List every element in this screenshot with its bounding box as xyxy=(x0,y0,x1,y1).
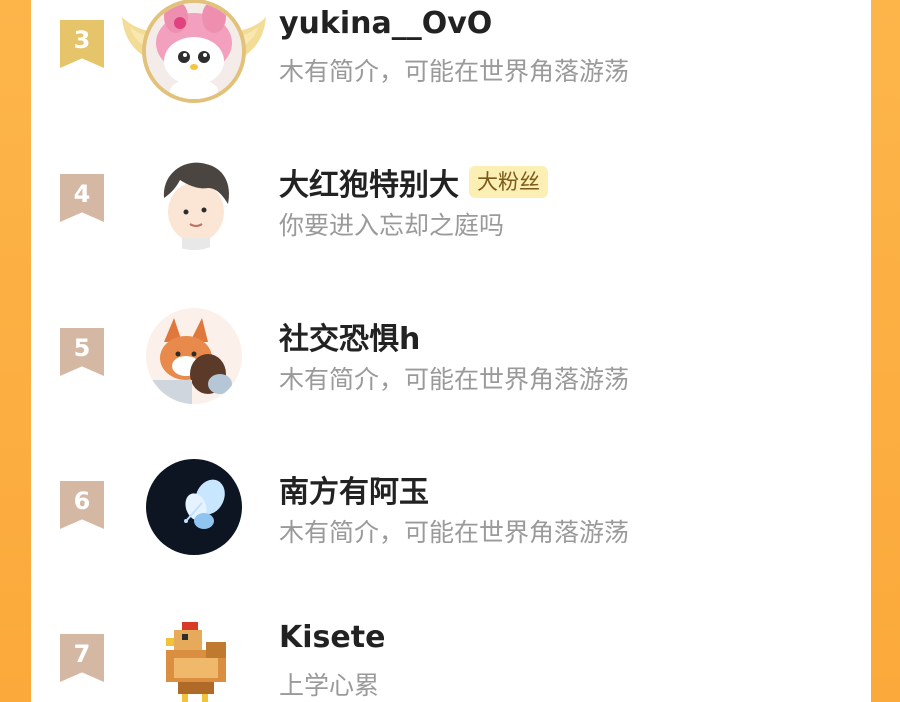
user-bio: 木有简介，可能在世界角落游荡 xyxy=(279,518,630,547)
rank-badge: 7 xyxy=(60,634,104,682)
rank-badge: 4 xyxy=(60,174,104,222)
list-item[interactable]: 7 Kisete 上学心累 xyxy=(31,600,871,702)
list-item[interactable]: 5 社交恐惧h 木有简介，可能在世界角落游荡 xyxy=(31,294,871,414)
user-name-text[interactable]: 社交恐惧h xyxy=(279,314,420,358)
butterfly-avatar-icon xyxy=(146,459,242,555)
user-bio: 木有简介，可能在世界角落游荡 xyxy=(279,57,630,86)
user-name-text[interactable]: 大红狍特别大 xyxy=(279,160,459,204)
avatar[interactable] xyxy=(146,459,242,555)
user-name-text[interactable]: 南方有阿玉 xyxy=(279,467,429,511)
rank-badge: 3 xyxy=(60,20,104,68)
avatar[interactable] xyxy=(122,3,266,99)
user-name-text[interactable]: Kisete xyxy=(279,620,385,655)
pixel-chicken-avatar-icon xyxy=(146,614,242,702)
cartoon-boy-avatar-icon xyxy=(146,154,242,250)
avatar[interactable] xyxy=(146,614,242,702)
fan-ranking-panel: 3 yukina__OvO 木有简介，可能在世界角落游荡 4 大红狍特别大 大粉… xyxy=(31,0,871,702)
user-name[interactable]: Kisete xyxy=(279,620,385,655)
list-item[interactable]: 6 南方有阿玉 木有简介，可能在世界角落游荡 xyxy=(31,447,871,567)
avatar[interactable] xyxy=(146,308,242,404)
rank-badge: 5 xyxy=(60,328,104,376)
user-name[interactable]: 社交恐惧h xyxy=(279,314,420,358)
list-item[interactable]: 3 yukina__OvO 木有简介，可能在世界角落游荡 xyxy=(31,0,871,106)
my-melody-plush-avatar-icon xyxy=(146,3,242,99)
user-name[interactable]: yukina__OvO xyxy=(279,6,492,41)
user-name[interactable]: 南方有阿玉 xyxy=(279,467,429,511)
fox-avatar-icon xyxy=(146,308,242,404)
avatar[interactable] xyxy=(146,154,242,250)
rank-badge: 6 xyxy=(60,481,104,529)
list-item[interactable]: 4 大红狍特别大 大粉丝 你要进入忘却之庭吗 xyxy=(31,140,871,260)
user-bio: 你要进入忘却之庭吗 xyxy=(279,211,505,240)
user-bio: 木有简介，可能在世界角落游荡 xyxy=(279,365,630,394)
user-bio: 上学心累 xyxy=(279,671,380,700)
user-name-text[interactable]: yukina__OvO xyxy=(279,6,492,41)
user-name[interactable]: 大红狍特别大 大粉丝 xyxy=(279,160,548,204)
fan-level-badge: 大粉丝 xyxy=(469,166,548,198)
